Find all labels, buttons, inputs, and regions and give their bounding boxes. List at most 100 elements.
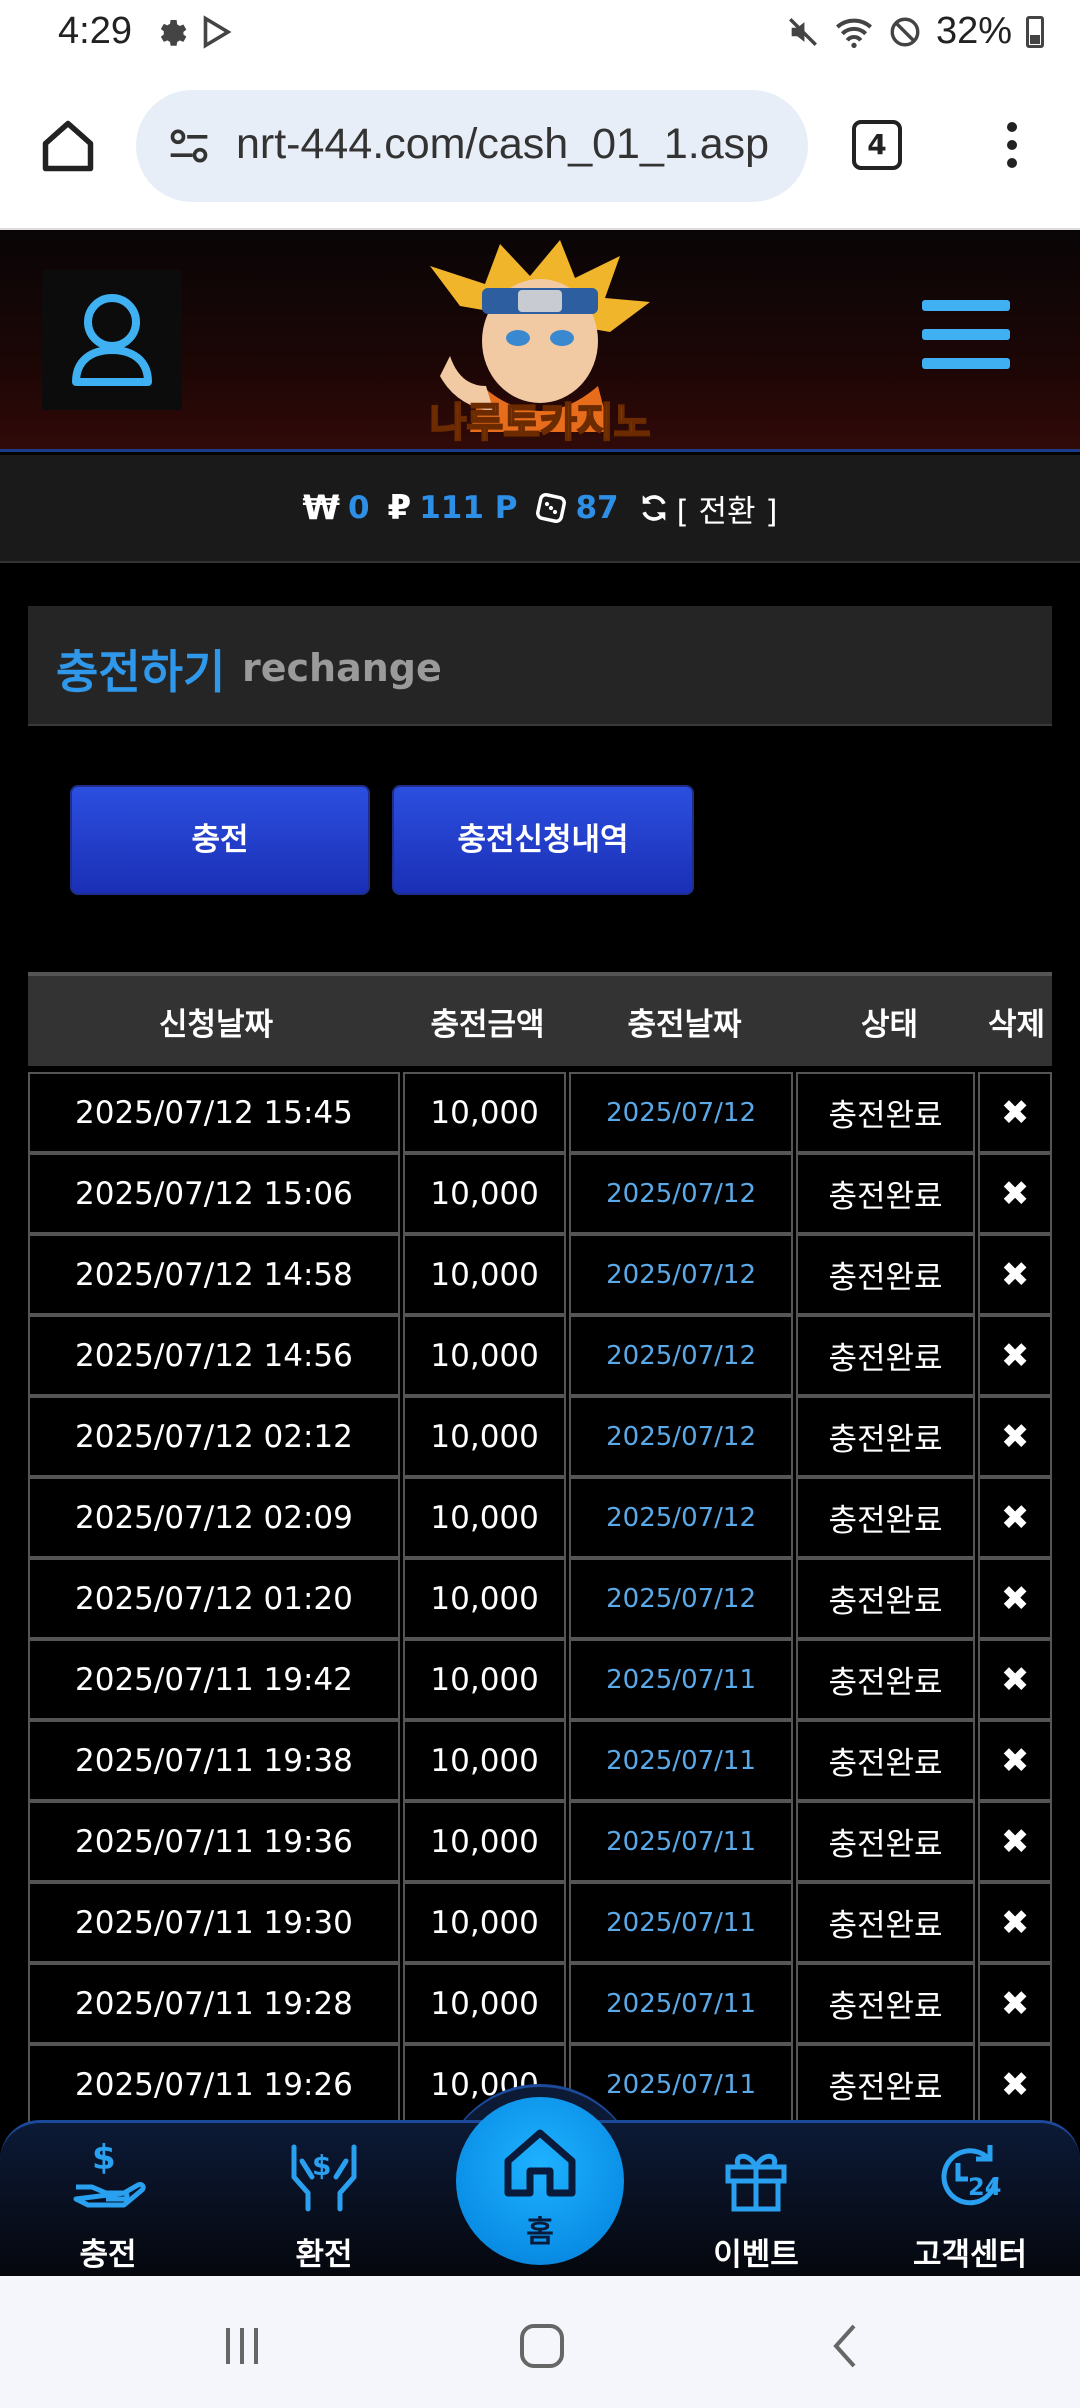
play-store-icon bbox=[203, 15, 232, 49]
delete-icon[interactable]: ✖ bbox=[978, 1963, 1052, 2044]
cell-charge-date: 2025/07/12 bbox=[569, 1072, 793, 1153]
delete-icon[interactable]: ✖ bbox=[978, 1396, 1052, 1477]
charge-button[interactable]: 충전 bbox=[70, 785, 370, 895]
nav-home-button[interactable]: 홈 bbox=[456, 2097, 624, 2265]
url-text[interactable]: nrt-444.com/cash_01_1.asp bbox=[236, 120, 784, 169]
browser-home-icon[interactable] bbox=[38, 116, 98, 176]
cell-charge-date: 2025/07/11 bbox=[569, 1801, 793, 1882]
cell-request-date: 2025/07/11 19:36 bbox=[28, 1801, 400, 1882]
table-row: 2025/07/11 19:38 10,000 2025/07/11 충전완료 ✖ bbox=[28, 1720, 1052, 1801]
delete-icon[interactable]: ✖ bbox=[978, 1801, 1052, 1882]
home-icon bbox=[504, 2129, 576, 2197]
table-body: 2025/07/12 15:45 10,000 2025/07/12 충전완료 ✖ 202… bbox=[28, 1068, 1052, 2125]
convert-button[interactable]: [ 전환 ] bbox=[637, 486, 778, 531]
table-row: 2025/07/11 19:28 10,000 2025/07/11 충전완료 ✖ bbox=[28, 1963, 1052, 2044]
point-balance-value: 111 P bbox=[419, 490, 518, 526]
back-icon[interactable] bbox=[816, 2316, 876, 2376]
cell-request-date: 2025/07/12 15:06 bbox=[28, 1153, 400, 1234]
page-title-panel: 충전하기 rechange bbox=[28, 606, 1052, 726]
nav-exchange[interactable]: $ 환전 bbox=[244, 2123, 404, 2279]
cell-request-date: 2025/07/11 19:30 bbox=[28, 1882, 400, 1963]
table-row: 2025/07/12 14:56 10,000 2025/07/12 충전완료 ✖ bbox=[28, 1315, 1052, 1396]
cell-charge-date: 2025/07/11 bbox=[569, 1963, 793, 2044]
nav-home-label: 홈 bbox=[526, 2215, 554, 2250]
cell-request-date: 2025/07/12 02:12 bbox=[28, 1396, 400, 1477]
site-settings-icon[interactable] bbox=[166, 124, 212, 168]
cell-amount: 10,000 bbox=[402, 1234, 567, 1315]
cell-request-date: 2025/07/11 19:38 bbox=[28, 1720, 400, 1801]
point-balance: ₽ 111 P bbox=[388, 488, 518, 528]
delete-icon[interactable]: ✖ bbox=[978, 1720, 1052, 1801]
svg-text:24: 24 bbox=[968, 2173, 1001, 2201]
table-row: 2025/07/11 19:36 10,000 2025/07/11 충전완료 ✖ bbox=[28, 1801, 1052, 1882]
battery-percent: 32% bbox=[935, 10, 1012, 52]
delete-icon[interactable]: ✖ bbox=[978, 2044, 1052, 2125]
delete-icon[interactable]: ✖ bbox=[978, 1882, 1052, 1963]
recent-apps-icon[interactable] bbox=[212, 2316, 272, 2376]
nav-exchange-label: 환전 bbox=[295, 2237, 353, 2273]
delete-icon[interactable]: ✖ bbox=[978, 1315, 1052, 1396]
dice-icon bbox=[536, 493, 567, 523]
battery-icon bbox=[1026, 15, 1044, 48]
cell-request-date: 2025/07/12 15:45 bbox=[28, 1072, 400, 1153]
cell-request-date: 2025/07/11 19:28 bbox=[28, 1963, 400, 2044]
tab-switcher-button[interactable]: 4 bbox=[852, 120, 902, 170]
cell-request-date: 2025/07/11 19:26 bbox=[28, 2044, 400, 2125]
delete-icon[interactable]: ✖ bbox=[978, 1639, 1052, 1720]
svg-text:$: $ bbox=[92, 2138, 116, 2178]
cell-status: 충전완료 bbox=[795, 2044, 976, 2125]
nav-support[interactable]: 24 고객센터 bbox=[890, 2123, 1050, 2279]
header-request-date: 신청날짜 bbox=[158, 1006, 274, 1043]
delete-icon[interactable]: ✖ bbox=[978, 1153, 1052, 1234]
address-bar[interactable]: nrt-444.com/cash_01_1.asp bbox=[136, 90, 808, 202]
cell-amount: 10,000 bbox=[402, 1639, 567, 1720]
cell-amount: 10,000 bbox=[402, 1963, 567, 2044]
nav-charge[interactable]: $ 충전 bbox=[28, 2123, 188, 2279]
browser-toolbar: nrt-444.com/cash_01_1.asp 4 bbox=[0, 68, 1080, 230]
cell-request-date: 2025/07/12 02:09 bbox=[28, 1477, 400, 1558]
hands-money-icon: $ bbox=[291, 2144, 357, 2212]
cell-charge-date: 2025/07/12 bbox=[569, 1558, 793, 1639]
site-logo[interactable]: 나루토카지노 bbox=[390, 236, 690, 447]
status-bar: 4:29 32% bbox=[0, 0, 1080, 68]
system-home-icon[interactable] bbox=[512, 2316, 572, 2376]
cell-status: 충전완료 bbox=[795, 1801, 976, 1882]
do-not-disturb-icon bbox=[890, 17, 920, 46]
page-title: 충전하기 bbox=[56, 645, 226, 699]
nav-event[interactable]: 이벤트 bbox=[676, 2123, 836, 2279]
cell-amount: 10,000 bbox=[402, 1396, 567, 1477]
wifi-icon bbox=[835, 18, 872, 48]
table-row: 2025/07/12 14:58 10,000 2025/07/12 충전완료 ✖ bbox=[28, 1234, 1052, 1315]
naruto-character-logo-icon: 나루토카지노 bbox=[429, 240, 651, 447]
table-row: 2025/07/12 15:45 10,000 2025/07/12 충전완료 ✖ bbox=[28, 1072, 1052, 1153]
cell-status: 충전완료 bbox=[795, 1639, 976, 1720]
user-icon bbox=[72, 294, 152, 386]
mute-icon bbox=[788, 17, 817, 46]
cell-amount: 10,000 bbox=[402, 1801, 567, 1882]
browser-menu-icon[interactable] bbox=[1000, 116, 1024, 176]
nav-event-label: 이벤트 bbox=[713, 2237, 799, 2273]
header-delete: 삭제 bbox=[987, 1006, 1046, 1043]
status-time: 4:29 bbox=[58, 10, 132, 52]
table-row: 2025/07/12 15:06 10,000 2025/07/12 충전완료 ✖ bbox=[28, 1153, 1052, 1234]
android-nav-bar bbox=[0, 2276, 1080, 2408]
delete-icon[interactable]: ✖ bbox=[978, 1234, 1052, 1315]
menu-hamburger-icon[interactable] bbox=[922, 300, 1010, 376]
cell-amount: 10,000 bbox=[402, 1477, 567, 1558]
delete-icon[interactable]: ✖ bbox=[978, 1558, 1052, 1639]
cell-charge-date: 2025/07/12 bbox=[569, 1234, 793, 1315]
user-account-button[interactable] bbox=[42, 270, 182, 410]
table-row: 2025/07/12 01:20 10,000 2025/07/12 충전완료 ✖ bbox=[28, 1558, 1052, 1639]
delete-icon[interactable]: ✖ bbox=[978, 1072, 1052, 1153]
won-balance: ₩ 0 bbox=[302, 488, 369, 528]
refresh-icon bbox=[641, 495, 666, 521]
svg-text:나루토카지노: 나루토카지노 bbox=[430, 400, 651, 446]
svg-text:$: $ bbox=[312, 2149, 331, 2182]
delete-icon[interactable]: ✖ bbox=[978, 1477, 1052, 1558]
charge-history-button[interactable]: 충전신청내역 bbox=[392, 785, 694, 895]
cell-status: 충전완료 bbox=[795, 1558, 976, 1639]
settings-gear-icon bbox=[160, 20, 187, 46]
table-row: 2025/07/11 19:30 10,000 2025/07/11 충전완료 ✖ bbox=[28, 1882, 1052, 1963]
point-icon: ₽ bbox=[387, 488, 412, 528]
cell-charge-date: 2025/07/12 bbox=[569, 1315, 793, 1396]
